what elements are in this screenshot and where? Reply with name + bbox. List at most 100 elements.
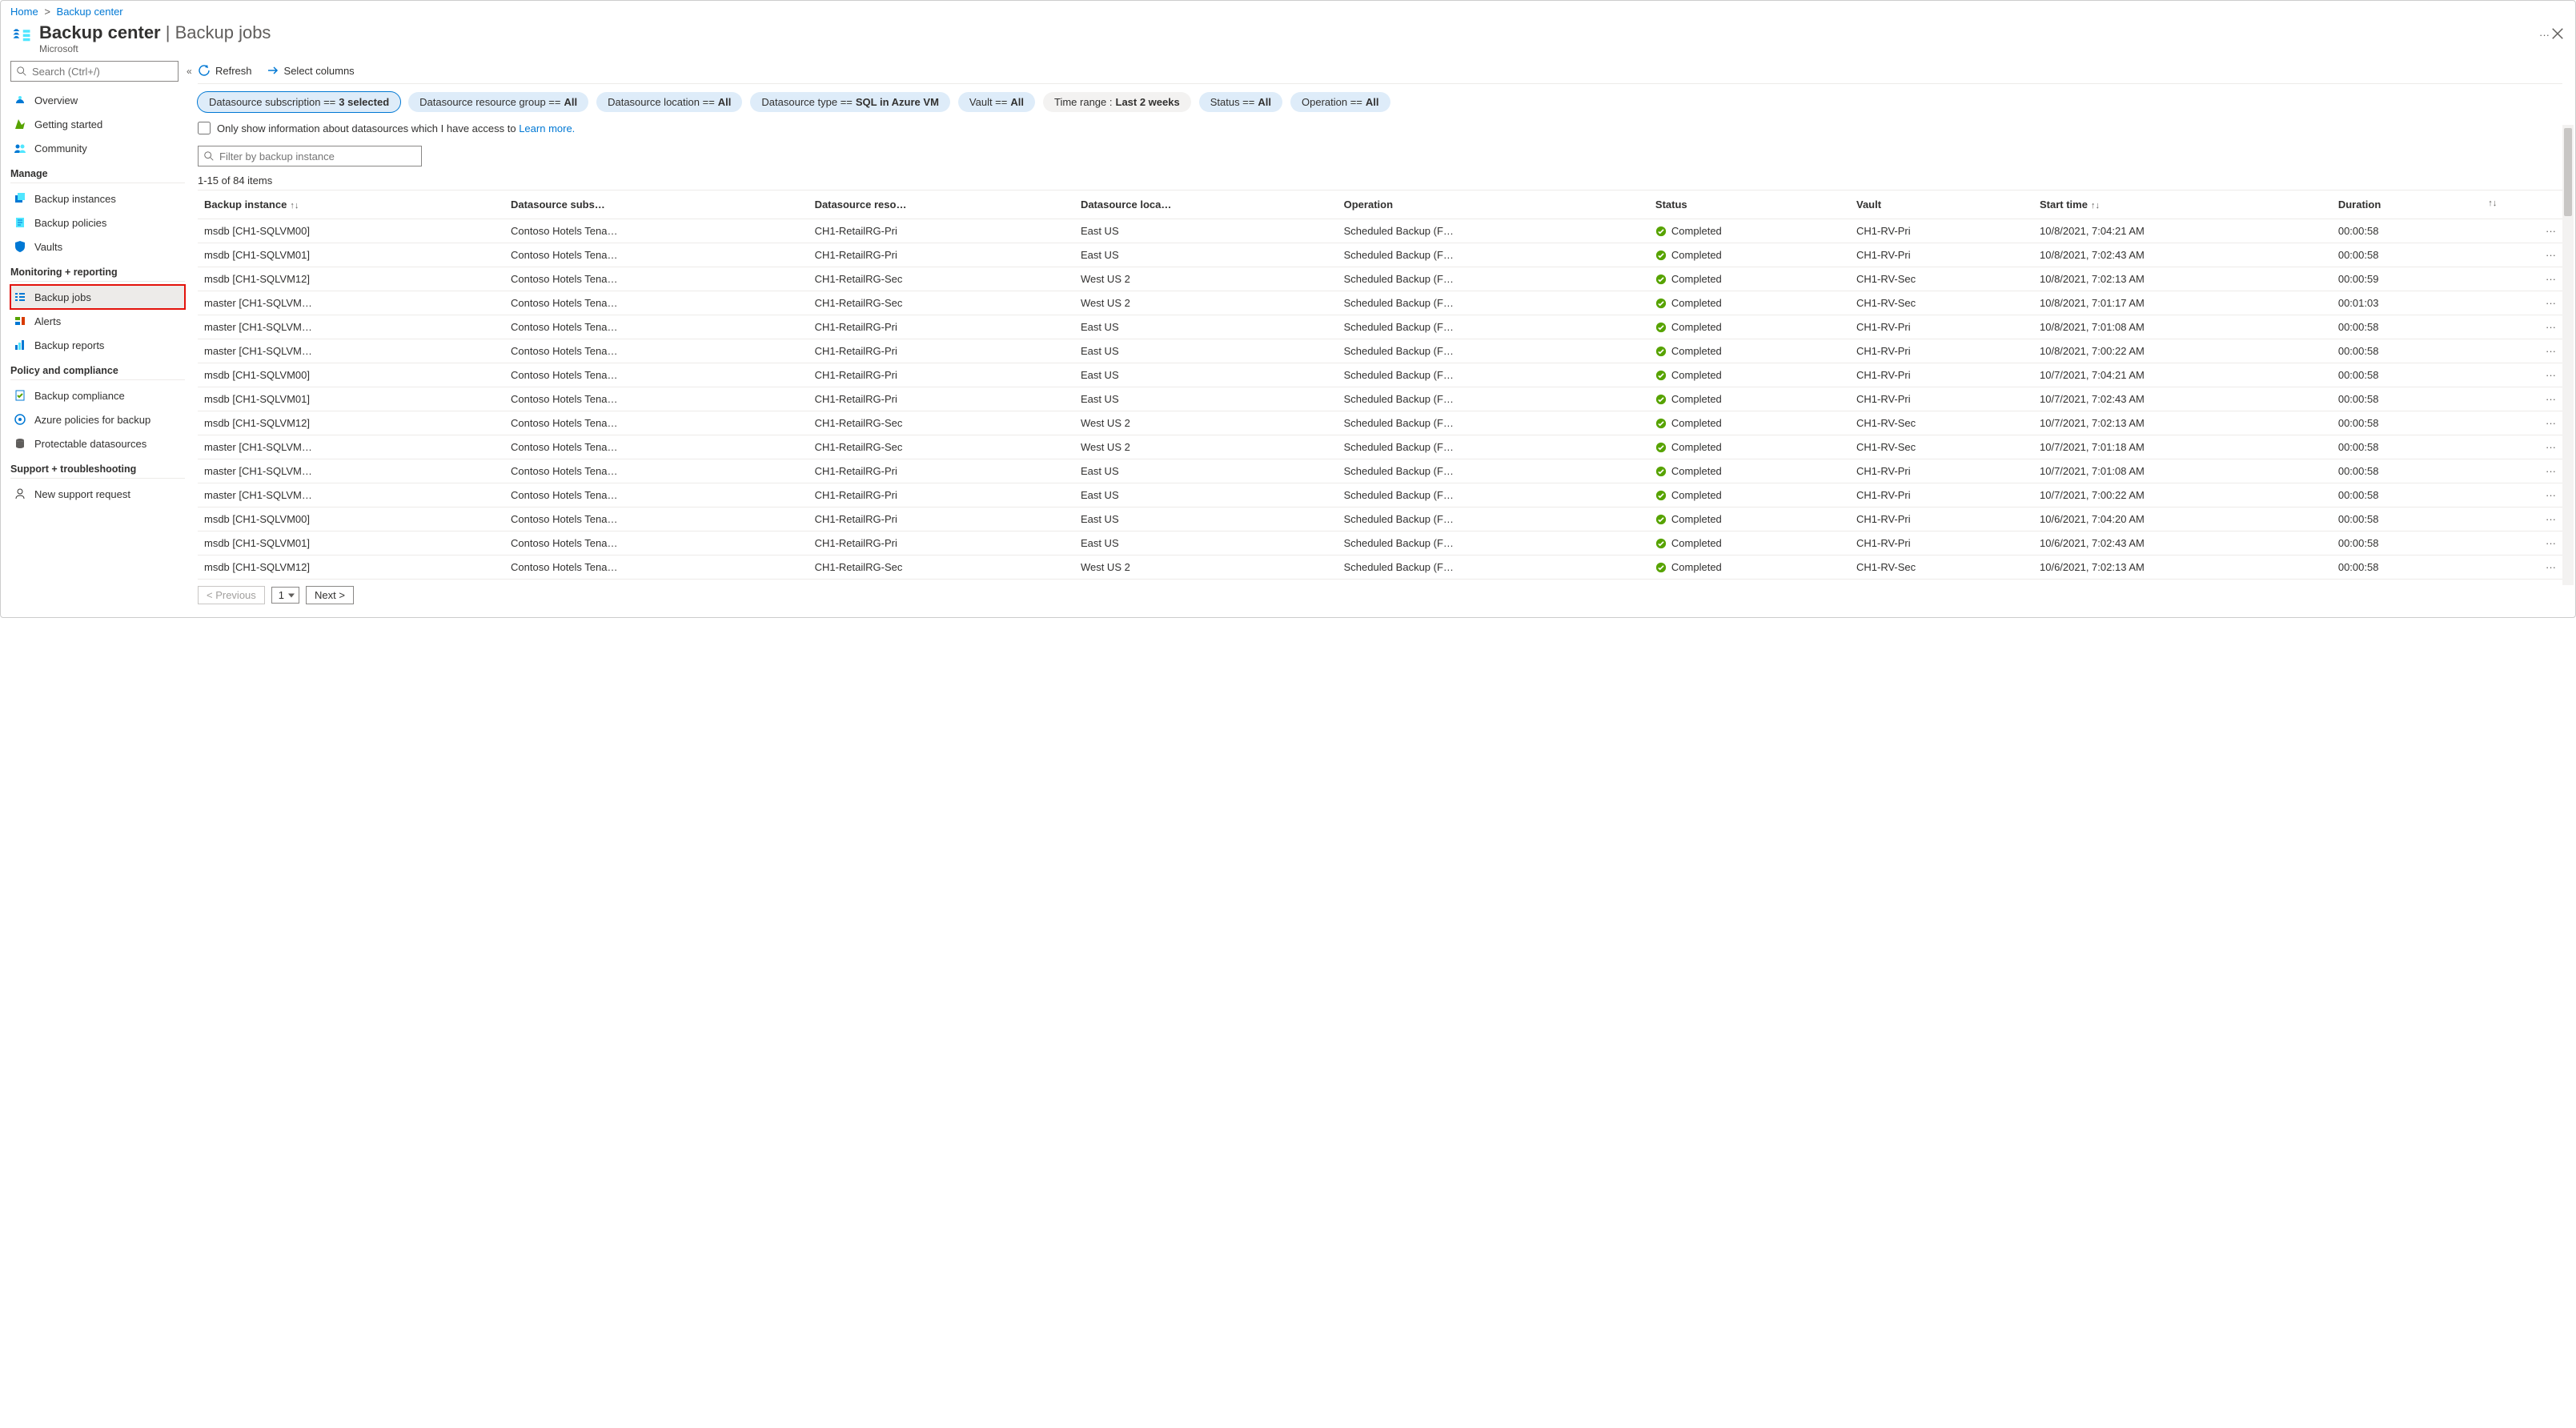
- table-row[interactable]: master [CH1-SQLVM…Contoso Hotels Tena…CH…: [198, 483, 2562, 507]
- filter-instance-input[interactable]: [219, 150, 416, 162]
- sidebar-item-backup-jobs[interactable]: Backup jobs: [10, 285, 185, 309]
- cell-backup-instance: msdb [CH1-SQLVM01]: [198, 531, 504, 556]
- pager-next[interactable]: Next >: [306, 586, 354, 604]
- row-more-button[interactable]: ···: [2503, 531, 2562, 556]
- close-button[interactable]: [2550, 26, 2566, 42]
- cell-operation: Scheduled Backup (F…: [1338, 411, 1649, 435]
- table-row[interactable]: master [CH1-SQLVM…Contoso Hotels Tena…CH…: [198, 315, 2562, 339]
- sidebar-item-vaults[interactable]: Vaults: [10, 235, 185, 259]
- sidebar-item-label: Backup compliance: [34, 390, 125, 402]
- cell-vault: CH1-RV-Pri: [1850, 363, 2033, 387]
- table-row[interactable]: master [CH1-SQLVM…Contoso Hotels Tena…CH…: [198, 291, 2562, 315]
- col-actions: [2503, 191, 2562, 219]
- filter-prefix: Datasource resource group ==: [419, 96, 560, 108]
- sidebar-item-backup-compliance[interactable]: Backup compliance: [10, 383, 185, 407]
- col-operation[interactable]: Operation: [1338, 191, 1649, 219]
- table-row[interactable]: master [CH1-SQLVM…Contoso Hotels Tena…CH…: [198, 459, 2562, 483]
- table-row[interactable]: msdb [CH1-SQLVM12]Contoso Hotels Tena…CH…: [198, 411, 2562, 435]
- sidebar-item-overview[interactable]: Overview: [10, 88, 185, 112]
- table-row[interactable]: msdb [CH1-SQLVM01]Contoso Hotels Tena…CH…: [198, 387, 2562, 411]
- access-filter-checkbox[interactable]: [198, 122, 211, 134]
- header-more-button[interactable]: ···: [2539, 29, 2550, 41]
- breadcrumb-home[interactable]: Home: [10, 6, 38, 18]
- cell-location: West US 2: [1074, 411, 1338, 435]
- table-row[interactable]: msdb [CH1-SQLVM00]Contoso Hotels Tena…CH…: [198, 507, 2562, 531]
- row-more-button[interactable]: ···: [2503, 387, 2562, 411]
- filter-pill-3[interactable]: Datasource type == SQL in Azure VM: [750, 92, 949, 112]
- cell-subscription: Contoso Hotels Tena…: [504, 363, 809, 387]
- table-row[interactable]: msdb [CH1-SQLVM12]Contoso Hotels Tena…CH…: [198, 556, 2562, 580]
- select-columns-button[interactable]: Select columns: [267, 64, 355, 77]
- sidebar-item-support-request[interactable]: New support request: [10, 482, 185, 506]
- col-resource-group[interactable]: Datasource reso…: [809, 191, 1074, 219]
- row-more-button[interactable]: ···: [2503, 243, 2562, 267]
- cell-subscription: Contoso Hotels Tena…: [504, 507, 809, 531]
- row-more-button[interactable]: ···: [2503, 291, 2562, 315]
- row-more-button[interactable]: ···: [2503, 315, 2562, 339]
- col-location[interactable]: Datasource loca…: [1074, 191, 1338, 219]
- refresh-button[interactable]: Refresh: [198, 64, 252, 77]
- table-row[interactable]: msdb [CH1-SQLVM01]Contoso Hotels Tena…CH…: [198, 531, 2562, 556]
- status-text: Completed: [1671, 249, 1722, 261]
- table-row[interactable]: msdb [CH1-SQLVM01]Contoso Hotels Tena…CH…: [198, 243, 2562, 267]
- sidebar-search-input[interactable]: [32, 66, 173, 78]
- col-backup-instance[interactable]: Backup instance↑↓: [198, 191, 504, 219]
- learn-more-link[interactable]: Learn more.: [519, 122, 575, 134]
- pager-prev[interactable]: < Previous: [198, 586, 265, 604]
- row-more-button[interactable]: ···: [2503, 556, 2562, 580]
- table-header-row: Backup instance↑↓ Datasource subs… Datas…: [198, 191, 2562, 219]
- sidebar-item-community[interactable]: Community: [10, 136, 185, 160]
- sort-icon: ↑↓: [290, 201, 299, 211]
- col-vault[interactable]: Vault: [1850, 191, 2033, 219]
- backup-reports-icon: [14, 339, 26, 351]
- filter-pill-5[interactable]: Time range : Last 2 weeks: [1043, 92, 1191, 112]
- sidebar-item-backup-reports[interactable]: Backup reports: [10, 333, 185, 357]
- filter-prefix: Datasource location ==: [608, 96, 715, 108]
- row-more-button[interactable]: ···: [2503, 411, 2562, 435]
- row-more-button[interactable]: ···: [2503, 507, 2562, 531]
- filter-pill-2[interactable]: Datasource location == All: [596, 92, 742, 112]
- sidebar-item-backup-policies[interactable]: Backup policies: [10, 211, 185, 235]
- scrollbar-thumb[interactable]: [2564, 128, 2572, 216]
- sidebar-item-alerts[interactable]: Alerts: [10, 309, 185, 333]
- col-start-time[interactable]: Start time↑↓: [2033, 191, 2332, 219]
- row-more-button[interactable]: ···: [2503, 267, 2562, 291]
- row-more-button[interactable]: ···: [2503, 459, 2562, 483]
- col-subscription[interactable]: Datasource subs…: [504, 191, 809, 219]
- filter-pill-4[interactable]: Vault == All: [958, 92, 1035, 112]
- col-duration[interactable]: Duration↑↓: [2332, 191, 2503, 219]
- sidebar-search[interactable]: [10, 61, 179, 82]
- filter-instance-box[interactable]: [198, 146, 422, 166]
- filter-pill-1[interactable]: Datasource resource group == All: [408, 92, 588, 112]
- cell-status: Completed: [1649, 507, 1850, 531]
- sidebar-item-azure-policies[interactable]: Azure policies for backup: [10, 407, 185, 431]
- sort-icon: ↑↓: [2091, 201, 2100, 211]
- row-more-button[interactable]: ···: [2503, 363, 2562, 387]
- sidebar-item-backup-instances[interactable]: Backup instances: [10, 187, 185, 211]
- breadcrumb-current[interactable]: Backup center: [57, 6, 123, 18]
- table-row[interactable]: msdb [CH1-SQLVM00]Contoso Hotels Tena…CH…: [198, 219, 2562, 243]
- row-more-button[interactable]: ···: [2503, 435, 2562, 459]
- filter-prefix: Datasource subscription ==: [209, 96, 335, 108]
- cell-subscription: Contoso Hotels Tena…: [504, 243, 809, 267]
- support-request-icon: [14, 487, 26, 500]
- filter-pill-7[interactable]: Operation == All: [1290, 92, 1390, 112]
- backup-compliance-icon: [14, 389, 26, 402]
- table-row[interactable]: master [CH1-SQLVM…Contoso Hotels Tena…CH…: [198, 435, 2562, 459]
- cell-start-time: 10/8/2021, 7:04:21 AM: [2033, 219, 2332, 243]
- sidebar-item-getting[interactable]: Getting started: [10, 112, 185, 136]
- filter-pill-0[interactable]: Datasource subscription == 3 selected: [198, 92, 400, 112]
- col-status[interactable]: Status: [1649, 191, 1850, 219]
- table-row[interactable]: master [CH1-SQLVM…Contoso Hotels Tena…CH…: [198, 339, 2562, 363]
- row-more-button[interactable]: ···: [2503, 339, 2562, 363]
- scrollbar-track[interactable]: [2562, 125, 2574, 585]
- row-more-button[interactable]: ···: [2503, 483, 2562, 507]
- filter-pill-6[interactable]: Status == All: [1199, 92, 1282, 112]
- table-row[interactable]: msdb [CH1-SQLVM00]Contoso Hotels Tena…CH…: [198, 363, 2562, 387]
- table-row[interactable]: msdb [CH1-SQLVM12]Contoso Hotels Tena…CH…: [198, 267, 2562, 291]
- success-icon: [1655, 394, 1667, 405]
- cell-subscription: Contoso Hotels Tena…: [504, 459, 809, 483]
- pager-page-select[interactable]: 1: [271, 587, 299, 604]
- sidebar-item-protectable[interactable]: Protectable datasources: [10, 431, 185, 455]
- row-more-button[interactable]: ···: [2503, 219, 2562, 243]
